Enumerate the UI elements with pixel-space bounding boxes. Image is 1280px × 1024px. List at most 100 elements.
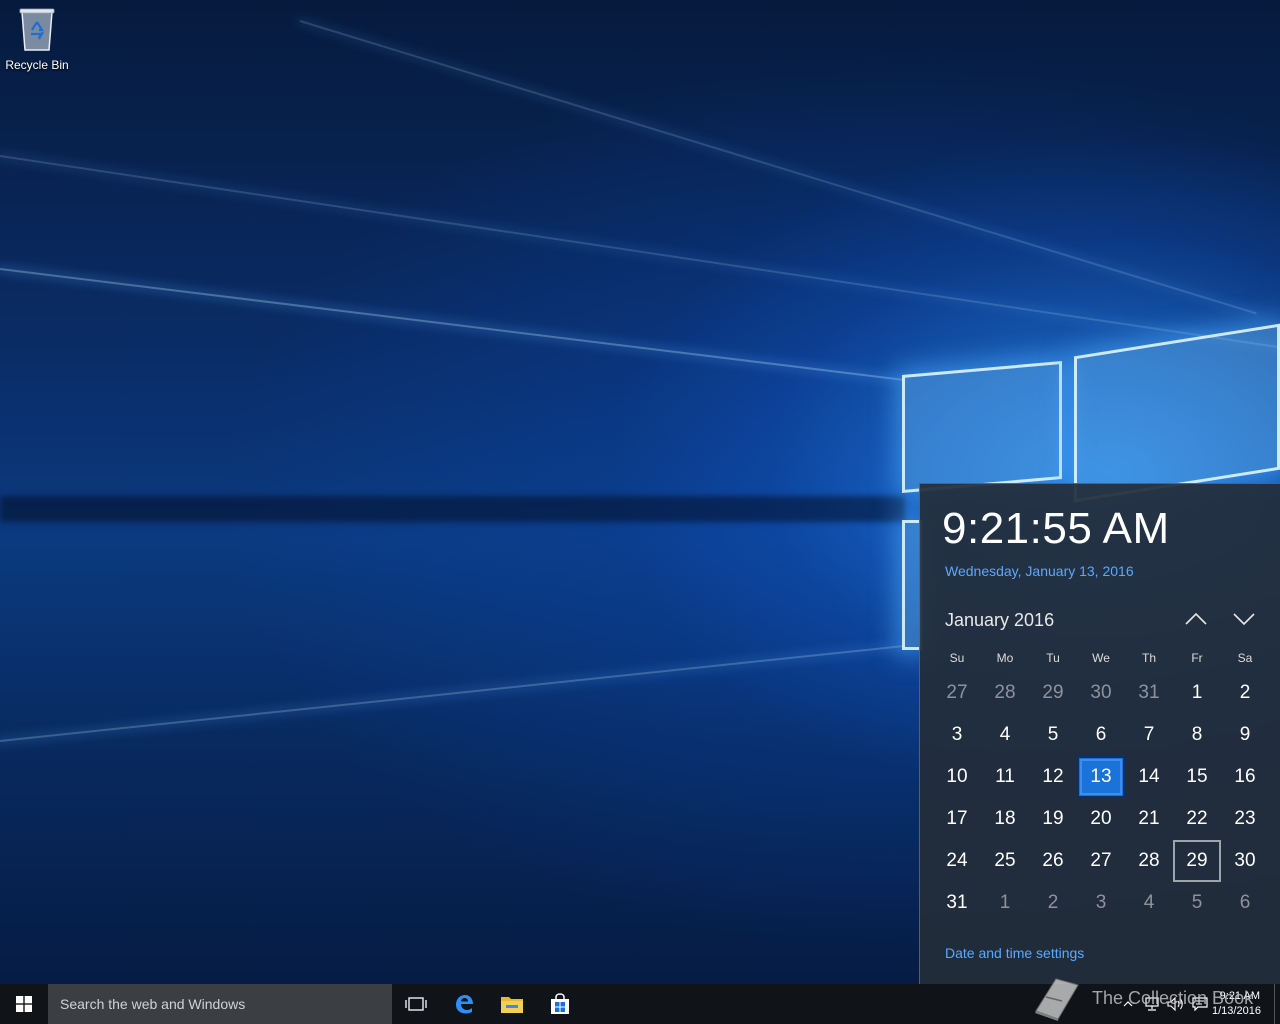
windows-logo-icon — [16, 996, 32, 1012]
light-beam — [0, 268, 904, 381]
calendar-day-number: 23 — [1234, 808, 1256, 829]
calendar-day[interactable]: 27 — [933, 672, 981, 714]
calendar-day-number: 4 — [1143, 892, 1155, 913]
calendar-day[interactable]: 14 — [1125, 756, 1173, 798]
calendar-day[interactable]: 3 — [1077, 882, 1125, 924]
weekday-label: Su — [949, 651, 965, 665]
store-icon — [551, 993, 569, 1014]
calendar-day-number: 26 — [1042, 850, 1064, 871]
calendar-day[interactable]: 7 — [1125, 714, 1173, 756]
calendar-day[interactable]: 21 — [1125, 798, 1173, 840]
calendar-day-number: 6 — [1239, 892, 1251, 913]
calendar-day-number: 25 — [994, 850, 1016, 871]
calendar-day-number: 11 — [995, 766, 1015, 787]
light-beam — [0, 644, 906, 742]
calendar-day-number: 13 — [1090, 766, 1112, 787]
shadow-band — [0, 496, 905, 522]
calendar-day[interactable]: 25 — [981, 840, 1029, 882]
calendar-day[interactable]: 23 — [1221, 798, 1269, 840]
file-explorer-button[interactable] — [488, 984, 536, 1024]
calendar-day[interactable]: 20 — [1077, 798, 1125, 840]
calendar-day[interactable]: 31 — [1125, 672, 1173, 714]
calendar-day-number: 6 — [1095, 724, 1107, 745]
calendar-day[interactable]: 28 — [981, 672, 1029, 714]
show-hidden-icons-button[interactable] — [1116, 984, 1140, 1024]
show-desktop-button[interactable] — [1274, 984, 1280, 1024]
calendar-day[interactable]: 19 — [1029, 798, 1077, 840]
calendar-day[interactable]: 2 — [1029, 882, 1077, 924]
edge-button[interactable] — [440, 984, 488, 1024]
calendar-month-title[interactable]: January 2016 — [945, 610, 1054, 631]
calendar-day[interactable]: 1 — [981, 882, 1029, 924]
calendar-week-row: 17 18 19 20 21 22 23 — [933, 798, 1269, 840]
task-view-icon — [405, 997, 427, 1011]
calendar-day[interactable]: 12 — [1029, 756, 1077, 798]
task-view-button[interactable] — [392, 984, 440, 1024]
search-placeholder: Search the web and Windows — [60, 996, 246, 1012]
calendar-week-row: 27 28 29 30 31 1 2 — [933, 672, 1269, 714]
clock-calendar-flyout: 9:21:55 AM Wednesday, January 13, 2016 J… — [919, 483, 1280, 984]
calendar-day[interactable]: 8 — [1173, 714, 1221, 756]
calendar-day[interactable]: 5 — [1173, 882, 1221, 924]
weekday-label: We — [1092, 651, 1110, 665]
date-time-settings-link[interactable]: Date and time settings — [945, 945, 1084, 961]
volume-button[interactable] — [1164, 984, 1188, 1024]
calendar-day[interactable]: 9 — [1221, 714, 1269, 756]
calendar-day[interactable]: 1 — [1173, 672, 1221, 714]
desktop-icon-recycle-bin[interactable]: Recycle Bin — [2, 6, 72, 72]
calendar-day[interactable]: 24 — [933, 840, 981, 882]
action-center-button[interactable] — [1188, 984, 1212, 1024]
calendar-day[interactable]: 30 — [1221, 840, 1269, 882]
desktop-icon-label: Recycle Bin — [5, 58, 69, 72]
window-logo-pane — [902, 361, 1062, 493]
calendar-day[interactable]: 27 — [1077, 840, 1125, 882]
calendar-day[interactable]: 28 — [1125, 840, 1173, 882]
calendar-day-number: 15 — [1186, 766, 1208, 787]
calendar-day[interactable]: 16 — [1221, 756, 1269, 798]
store-button[interactable] — [536, 984, 584, 1024]
light-beam — [299, 20, 1257, 315]
recycle-bin-icon — [18, 6, 56, 52]
calendar-day-number: 20 — [1090, 808, 1112, 829]
weekday-label: Sa — [1237, 651, 1253, 665]
calendar-day-number: 21 — [1138, 808, 1160, 829]
taskbar: Search the web and Windows 9:21 AM 1/13/… — [0, 984, 1280, 1024]
taskbar-clock[interactable]: 9:21 AM 1/13/2016 — [1212, 989, 1274, 1019]
calendar-day[interactable]: 18 — [981, 798, 1029, 840]
calendar-day[interactable]: 3 — [933, 714, 981, 756]
calendar-day[interactable]: 17 — [933, 798, 981, 840]
calendar-day[interactable]: 4 — [981, 714, 1029, 756]
weekday-label: Mo — [996, 651, 1014, 665]
calendar-day-number: 29 — [1042, 682, 1064, 703]
calendar-day[interactable]: 22 — [1173, 798, 1221, 840]
calendar-day-today[interactable]: 13 — [1077, 756, 1125, 798]
network-button[interactable] — [1140, 984, 1164, 1024]
next-month-button[interactable] — [1230, 608, 1258, 630]
edge-icon — [456, 995, 473, 1014]
calendar-day[interactable]: 26 — [1029, 840, 1077, 882]
calendar-day[interactable]: 11 — [981, 756, 1029, 798]
calendar-day[interactable]: 6 — [1221, 882, 1269, 924]
weekday-label: Fr — [1191, 651, 1203, 665]
calendar-day[interactable]: 29 — [1029, 672, 1077, 714]
calendar-day-number: 14 — [1138, 766, 1160, 787]
flyout-date-link[interactable]: Wednesday, January 13, 2016 — [945, 563, 1134, 579]
calendar-week-row: 24 25 26 27 28 29 30 — [933, 840, 1269, 882]
calendar-day[interactable]: 31 — [933, 882, 981, 924]
start-button[interactable] — [0, 984, 48, 1024]
calendar-day[interactable]: 30 — [1077, 672, 1125, 714]
file-explorer-icon — [501, 997, 523, 1013]
search-input[interactable]: Search the web and Windows — [48, 984, 392, 1024]
calendar-day[interactable]: 10 — [933, 756, 981, 798]
calendar-day[interactable]: 4 — [1125, 882, 1173, 924]
calendar-day[interactable]: 6 — [1077, 714, 1125, 756]
calendar-day-number: 17 — [946, 808, 968, 829]
calendar-day[interactable]: 29 — [1173, 840, 1221, 882]
previous-month-button[interactable] — [1182, 608, 1210, 630]
calendar-day[interactable]: 2 — [1221, 672, 1269, 714]
calendar-day-number: 27 — [946, 682, 968, 703]
volume-icon — [1167, 997, 1183, 1011]
calendar-day-number: 3 — [951, 724, 963, 745]
calendar-day[interactable]: 15 — [1173, 756, 1221, 798]
calendar-day[interactable]: 5 — [1029, 714, 1077, 756]
